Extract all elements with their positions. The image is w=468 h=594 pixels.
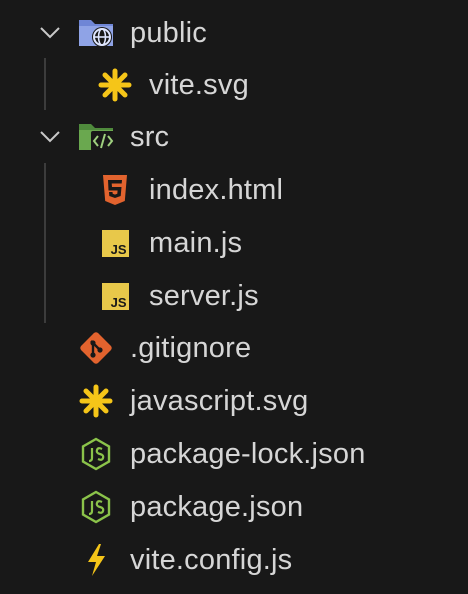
chevron-down-icon[interactable] — [37, 124, 63, 150]
file-row-vite-config-js[interactable]: vite.config.js — [0, 534, 468, 586]
svg-file-icon — [96, 66, 134, 104]
file-row-server-js[interactable]: JS server.js — [0, 270, 468, 322]
js-badge-text: JS — [110, 294, 127, 310]
file-row-index-html[interactable]: index.html — [0, 164, 468, 216]
file-row-package-lock-json[interactable]: package-lock.json — [0, 428, 468, 480]
file-label-package-json: package.json — [130, 491, 304, 523]
vite-file-icon — [77, 541, 115, 579]
file-label-vite-config-js: vite.config.js — [130, 544, 293, 576]
file-label-main-js: main.js — [149, 227, 243, 259]
file-row-gitignore[interactable]: .gitignore — [0, 322, 468, 374]
js-file-icon: JS — [96, 277, 134, 315]
folder-row-src[interactable]: src — [0, 111, 468, 163]
js-file-icon: JS — [96, 224, 134, 262]
file-row-package-json[interactable]: package.json — [0, 481, 468, 533]
file-row-main-js[interactable]: JS main.js — [0, 217, 468, 269]
file-label-vite-svg: vite.svg — [149, 69, 249, 101]
js-badge-text: JS — [110, 241, 127, 257]
file-label-server-js: server.js — [149, 280, 259, 312]
folder-label-src: src — [130, 121, 170, 153]
file-label-index-html: index.html — [149, 174, 284, 206]
folder-label-public: public — [130, 17, 207, 49]
chevron-down-icon[interactable] — [37, 20, 63, 46]
file-row-javascript-svg[interactable]: javascript.svg — [0, 375, 468, 427]
git-file-icon — [77, 329, 115, 367]
node-json-file-icon — [77, 488, 115, 526]
file-explorer-tree: public vite.svg src index.html JS main.j… — [0, 0, 468, 594]
svg-file-icon — [77, 382, 115, 420]
file-label-gitignore: .gitignore — [130, 332, 252, 364]
public-folder-icon — [78, 14, 116, 52]
folder-row-public[interactable]: public — [0, 7, 468, 59]
html-file-icon — [96, 171, 134, 209]
file-label-javascript-svg: javascript.svg — [130, 385, 309, 417]
file-label-package-lock-json: package-lock.json — [130, 438, 366, 470]
file-row-vite-svg[interactable]: vite.svg — [0, 59, 468, 111]
node-json-file-icon — [77, 435, 115, 473]
src-folder-icon — [78, 118, 116, 156]
